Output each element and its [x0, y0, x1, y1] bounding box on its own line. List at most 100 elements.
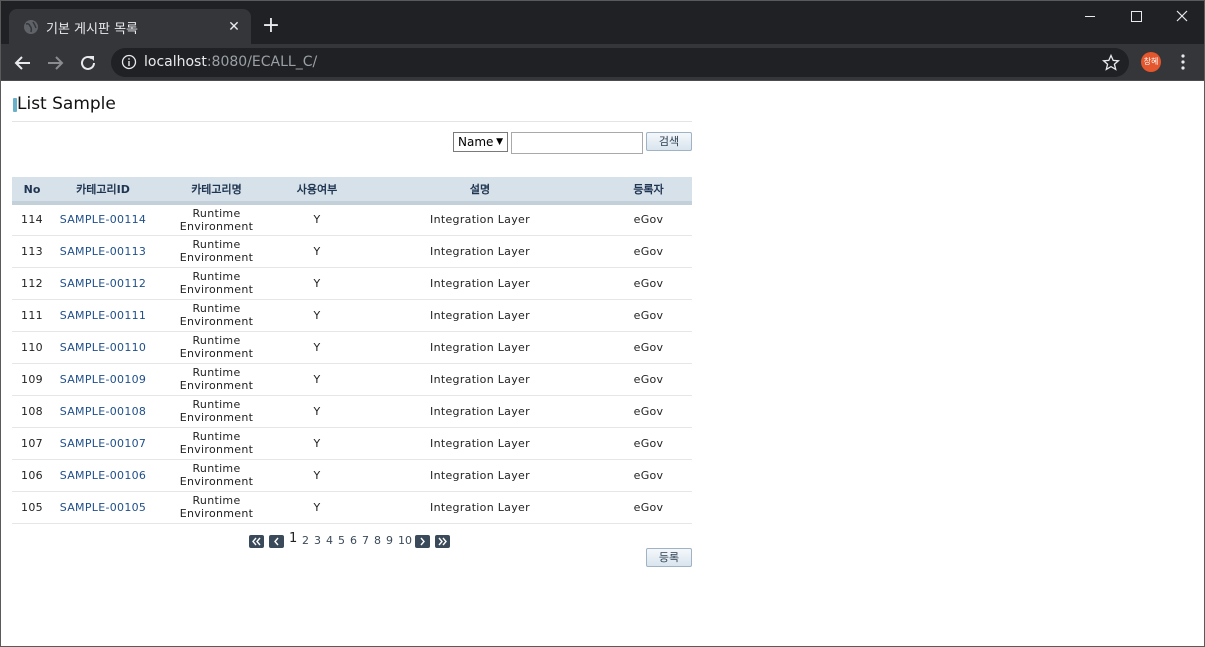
url-path: :8080/ECALL_C/ — [206, 54, 318, 70]
cell-category-name: Runtime Environment — [154, 459, 279, 492]
cell-category-name: Runtime Environment — [154, 299, 279, 332]
page-link-2[interactable]: 2 — [302, 534, 309, 547]
page-link-6[interactable]: 6 — [350, 534, 357, 547]
cell-registrant: eGov — [605, 203, 692, 236]
cell-registrant: eGov — [605, 395, 692, 428]
cell-registrant: eGov — [605, 363, 692, 396]
maximize-icon[interactable] — [1113, 1, 1159, 33]
register-button[interactable]: 등록 — [646, 548, 692, 567]
tab-title: 기본 게시판 목록 — [46, 22, 138, 37]
cell-description: Integration Layer — [355, 427, 605, 460]
back-arrow-icon[interactable] — [11, 51, 35, 75]
forward-arrow-icon[interactable] — [43, 51, 67, 75]
page-title: List Sample — [17, 94, 116, 114]
cell-category-id[interactable]: SAMPLE-00107 — [52, 427, 154, 460]
cell-description: Integration Layer — [355, 299, 605, 332]
cell-no: 114 — [12, 203, 52, 236]
cell-no: 106 — [12, 459, 52, 492]
tab-close-icon[interactable]: ✕ — [225, 18, 243, 36]
last-page-icon[interactable] — [435, 535, 450, 548]
cell-category-name: Runtime Environment — [154, 235, 279, 268]
reload-icon[interactable] — [76, 51, 100, 75]
new-tab-icon[interactable]: + — [259, 14, 283, 38]
table-row[interactable]: 106 SAMPLE-00106 Runtime Environment Y Integ… — [12, 459, 692, 492]
header-description: 설명 — [355, 177, 605, 205]
page-link-8[interactable]: 8 — [374, 534, 381, 547]
table-row[interactable]: 107 SAMPLE-00107 Runtime Environment Y Integ… — [12, 427, 692, 460]
header-registrant: 등록자 — [605, 177, 692, 205]
globe-icon — [24, 20, 38, 34]
cell-no: 105 — [12, 491, 52, 524]
cell-registrant: eGov — [605, 267, 692, 300]
next-page-icon[interactable] — [415, 535, 430, 548]
close-window-icon[interactable] — [1159, 1, 1205, 33]
page-header: List Sample — [12, 94, 692, 122]
profile-avatar[interactable]: 창혜 — [1141, 52, 1161, 72]
page-content: List Sample Name ▼ 검색 No 카테고리ID 카테고리명 사용… — [1, 82, 1204, 646]
page-link-5[interactable]: 5 — [338, 534, 345, 547]
cell-no: 108 — [12, 395, 52, 428]
browser-window: 기본 게시판 목록 ✕ + localhost:8080/ECALL_C/ 창혜… — [0, 0, 1205, 647]
page-link-10[interactable]: 10 — [398, 534, 412, 547]
prev-page-icon[interactable] — [269, 535, 284, 548]
cell-registrant: eGov — [605, 331, 692, 364]
cell-use-yn: Y — [279, 235, 355, 268]
cell-no: 113 — [12, 235, 52, 268]
cell-use-yn: Y — [279, 331, 355, 364]
cell-category-name: Runtime Environment — [154, 203, 279, 236]
cell-description: Integration Layer — [355, 203, 605, 236]
cell-category-id[interactable]: SAMPLE-00106 — [52, 459, 154, 492]
cell-registrant: eGov — [605, 459, 692, 492]
chevron-down-icon: ▼ — [496, 137, 503, 147]
cell-registrant: eGov — [605, 491, 692, 524]
minimize-icon[interactable] — [1067, 1, 1113, 33]
search-type-select[interactable]: Name ▼ — [453, 132, 508, 152]
search-input[interactable] — [511, 132, 643, 154]
cell-category-id[interactable]: SAMPLE-00110 — [52, 331, 154, 364]
browser-tab[interactable]: 기본 게시판 목록 ✕ — [9, 9, 251, 44]
table-row[interactable]: 109 SAMPLE-00109 Runtime Environment Y Integ… — [12, 363, 692, 396]
table-header-row: No 카테고리ID 카테고리명 사용여부 설명 등록자 — [12, 177, 692, 205]
cell-category-id[interactable]: SAMPLE-00108 — [52, 395, 154, 428]
more-menu-icon[interactable] — [1173, 52, 1193, 72]
table-row[interactable]: 113 SAMPLE-00113 Runtime Environment Y Integ… — [12, 235, 692, 268]
cell-category-name: Runtime Environment — [154, 491, 279, 524]
cell-use-yn: Y — [279, 427, 355, 460]
page-link-3[interactable]: 3 — [314, 534, 321, 547]
address-bar[interactable]: localhost:8080/ECALL_C/ — [111, 48, 1129, 77]
page-link-4[interactable]: 4 — [326, 534, 333, 547]
cell-category-id[interactable]: SAMPLE-00111 — [52, 299, 154, 332]
table-row[interactable]: 110 SAMPLE-00110 Runtime Environment Y Integ… — [12, 331, 692, 364]
table-row[interactable]: 105 SAMPLE-00105 Runtime Environment Y Integ… — [12, 491, 692, 524]
cell-category-id[interactable]: SAMPLE-00114 — [52, 203, 154, 236]
first-page-icon[interactable] — [249, 535, 264, 548]
table-body: 114 SAMPLE-00114 Runtime Environment Y Integ… — [12, 203, 692, 524]
url-text: localhost:8080/ECALL_C/ — [144, 54, 317, 70]
cell-category-id[interactable]: SAMPLE-00112 — [52, 267, 154, 300]
page-link-9[interactable]: 9 — [386, 534, 393, 547]
cell-description: Integration Layer — [355, 267, 605, 300]
page-link-7[interactable]: 7 — [362, 534, 369, 547]
info-icon[interactable] — [121, 54, 137, 70]
cell-category-name: Runtime Environment — [154, 363, 279, 396]
search-button[interactable]: 검색 — [646, 132, 692, 151]
table-row[interactable]: 112 SAMPLE-00112 Runtime Environment Y Integ… — [12, 267, 692, 300]
cell-use-yn: Y — [279, 363, 355, 396]
search-type-value: Name — [458, 135, 494, 149]
page-link-1[interactable]: 1 — [289, 531, 297, 546]
browser-toolbar: localhost:8080/ECALL_C/ 창혜 — [1, 44, 1204, 81]
cell-use-yn: Y — [279, 267, 355, 300]
cell-use-yn: Y — [279, 299, 355, 332]
cell-category-name: Runtime Environment — [154, 267, 279, 300]
cell-registrant: eGov — [605, 299, 692, 332]
cell-category-name: Runtime Environment — [154, 395, 279, 428]
cell-category-id[interactable]: SAMPLE-00109 — [52, 363, 154, 396]
table-row[interactable]: 108 SAMPLE-00108 Runtime Environment Y Integ… — [12, 395, 692, 428]
table-row[interactable]: 114 SAMPLE-00114 Runtime Environment Y Integ… — [12, 203, 692, 236]
cell-description: Integration Layer — [355, 459, 605, 492]
table-row[interactable]: 111 SAMPLE-00111 Runtime Environment Y Integ… — [12, 299, 692, 332]
title-bar: 기본 게시판 목록 ✕ + — [1, 1, 1205, 44]
cell-category-id[interactable]: SAMPLE-00105 — [52, 491, 154, 524]
cell-category-id[interactable]: SAMPLE-00113 — [52, 235, 154, 268]
star-icon[interactable] — [1101, 53, 1121, 73]
